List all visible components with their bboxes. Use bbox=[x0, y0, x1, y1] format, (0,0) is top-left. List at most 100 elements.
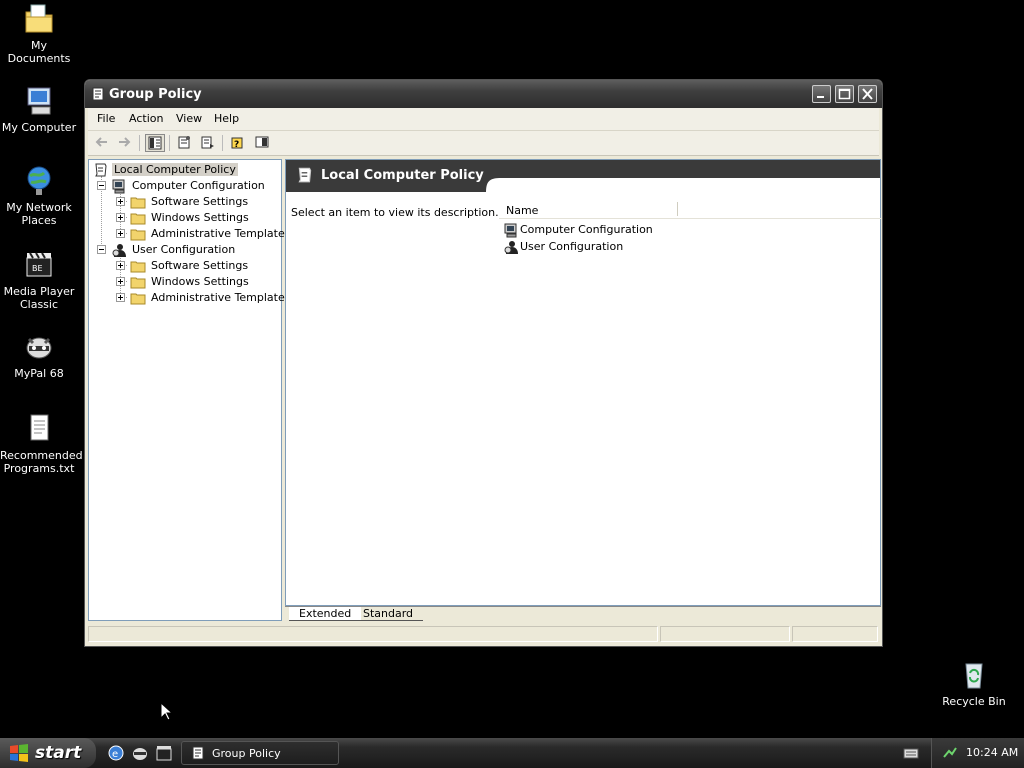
user-configuration-icon bbox=[504, 241, 518, 254]
expand-toggle[interactable] bbox=[116, 293, 125, 302]
console-tree-icon bbox=[148, 136, 162, 150]
details-header-title: Local Computer Policy bbox=[321, 168, 484, 183]
tree-node-label: Windows Settings bbox=[151, 275, 249, 288]
toolbar-separator bbox=[169, 135, 170, 151]
clock[interactable]: 10:24 AM bbox=[966, 746, 1018, 759]
start-label: start bbox=[35, 743, 82, 763]
help-button[interactable]: ? bbox=[228, 134, 248, 152]
properties-icon bbox=[178, 136, 190, 149]
folder-icon bbox=[130, 229, 146, 241]
computer-icon bbox=[27, 87, 51, 115]
mypal-quicklaunch-icon[interactable] bbox=[131, 744, 149, 762]
export-list-icon bbox=[201, 136, 214, 149]
show-hide-tree-button[interactable] bbox=[145, 134, 165, 152]
taskbar-button-label: Group Policy bbox=[212, 747, 281, 760]
recycle-bin-icon bbox=[965, 663, 983, 689]
back-arrow-icon bbox=[95, 137, 107, 147]
keyboard-tray-icon[interactable] bbox=[903, 746, 919, 760]
view-tabs: Extended Standard bbox=[285, 606, 881, 622]
tab-standard[interactable]: Standard bbox=[353, 607, 424, 621]
expand-toggle[interactable] bbox=[116, 229, 125, 238]
status-bar bbox=[88, 624, 879, 644]
desktop-icon-label: MyPal 68 bbox=[14, 367, 64, 380]
taskbar: start e Group Policy 10:24 AM bbox=[0, 738, 1024, 768]
collapse-toggle[interactable] bbox=[97, 245, 106, 254]
maximize-button[interactable] bbox=[835, 85, 854, 103]
minimize-icon bbox=[817, 96, 824, 98]
windows-logo-icon bbox=[10, 744, 28, 762]
tree-node-label: Software Settings bbox=[151, 259, 249, 272]
forward-button[interactable] bbox=[114, 134, 134, 152]
minimize-button[interactable] bbox=[812, 85, 831, 103]
desktop-icon-my-network-places[interactable]: My Network Places bbox=[0, 164, 78, 227]
name-column-header[interactable]: Name bbox=[499, 200, 881, 219]
tree-node-label: Software Settings bbox=[151, 195, 249, 208]
mouse-pointer-icon bbox=[160, 702, 174, 721]
header-decoration bbox=[486, 178, 880, 192]
policy-scroll-icon bbox=[95, 163, 107, 177]
window-title: Group Policy bbox=[109, 87, 202, 102]
desktop-icon-label: Recycle Bin bbox=[942, 695, 1006, 708]
user-configuration-icon bbox=[112, 244, 126, 257]
title-bar[interactable]: Group Policy bbox=[85, 80, 882, 108]
menu-help[interactable]: Help bbox=[214, 112, 239, 125]
computer-configuration-icon bbox=[112, 179, 125, 194]
collapse-toggle[interactable] bbox=[97, 181, 106, 190]
tree-node-label: Computer Configuration bbox=[132, 179, 265, 192]
status-cell bbox=[88, 626, 658, 642]
help-icon: ? bbox=[231, 137, 243, 149]
column-header-label: Name bbox=[506, 204, 539, 217]
folder-icon bbox=[130, 277, 146, 289]
clapperboard-icon: BE bbox=[26, 252, 52, 277]
menu-file[interactable]: File bbox=[97, 112, 115, 125]
taskbar-button-group-policy[interactable]: Group Policy bbox=[181, 741, 339, 765]
tree-node-label: Local Computer Policy bbox=[112, 163, 238, 176]
expand-toggle[interactable] bbox=[116, 213, 125, 222]
text-file-icon bbox=[30, 414, 49, 441]
menu-bar: File Action View Help bbox=[88, 108, 879, 131]
menu-action[interactable]: Action bbox=[129, 112, 163, 125]
raccoon-icon bbox=[26, 337, 52, 359]
desktop-icon-my-documents[interactable]: My Documents bbox=[0, 2, 78, 65]
back-button[interactable] bbox=[92, 134, 112, 152]
tab-extended[interactable]: Extended bbox=[289, 607, 362, 621]
network-tray-icon[interactable] bbox=[942, 745, 958, 761]
network-globe-icon bbox=[27, 166, 51, 195]
desktop-icon-label: Recommended Programs.txt bbox=[0, 449, 83, 475]
desktop-icon-label: My Network Places bbox=[6, 201, 72, 227]
tree-node-label: User Configuration bbox=[132, 243, 236, 256]
browser-quicklaunch-icon[interactable]: e bbox=[107, 744, 125, 762]
svg-text:?: ? bbox=[234, 140, 239, 149]
maximize-icon bbox=[838, 88, 851, 100]
desktop-icon-my-computer[interactable]: My Computer bbox=[0, 84, 78, 134]
desktop-icon-recommended-programs[interactable]: Recommended Programs.txt bbox=[0, 412, 83, 475]
export-list-button[interactable] bbox=[198, 134, 218, 152]
policy-scroll-icon bbox=[298, 167, 312, 183]
expand-toggle[interactable] bbox=[116, 197, 125, 206]
expand-toggle[interactable] bbox=[116, 261, 125, 270]
column-divider[interactable] bbox=[677, 202, 678, 216]
expand-toggle[interactable] bbox=[116, 277, 125, 286]
folder-icon bbox=[130, 197, 146, 209]
toolbar-separator bbox=[222, 135, 223, 151]
toolbar-separator bbox=[139, 135, 140, 151]
desktop-icon-recycle-bin[interactable]: Recycle Bin bbox=[935, 658, 1013, 708]
show-hide-action-pane-button[interactable] bbox=[252, 134, 272, 152]
description-text: Select an item to view its description. bbox=[291, 206, 499, 219]
close-button[interactable] bbox=[858, 85, 877, 103]
properties-button[interactable] bbox=[174, 134, 194, 152]
console-tree: Local Computer Policy Computer Configura… bbox=[88, 159, 291, 621]
folder-icon bbox=[130, 261, 146, 273]
group-policy-app-icon bbox=[192, 746, 204, 760]
forward-arrow-icon bbox=[119, 137, 131, 147]
details-header: Local Computer Policy bbox=[286, 160, 880, 192]
menu-view[interactable]: View bbox=[176, 112, 202, 125]
desktop-icon-media-player-classic[interactable]: BE Media Player Classic bbox=[0, 248, 78, 311]
list-item-label: Computer Configuration bbox=[520, 223, 653, 236]
media-player-quicklaunch-icon[interactable] bbox=[155, 744, 173, 762]
start-button[interactable]: start bbox=[0, 738, 96, 768]
desktop-icon-mypal[interactable]: MyPal 68 bbox=[0, 330, 78, 380]
group-policy-window: Group Policy File Action View Help ? Loc… bbox=[84, 79, 883, 647]
tree-node-label: Administrative Templates bbox=[151, 227, 291, 240]
folder-document-icon bbox=[25, 4, 53, 33]
